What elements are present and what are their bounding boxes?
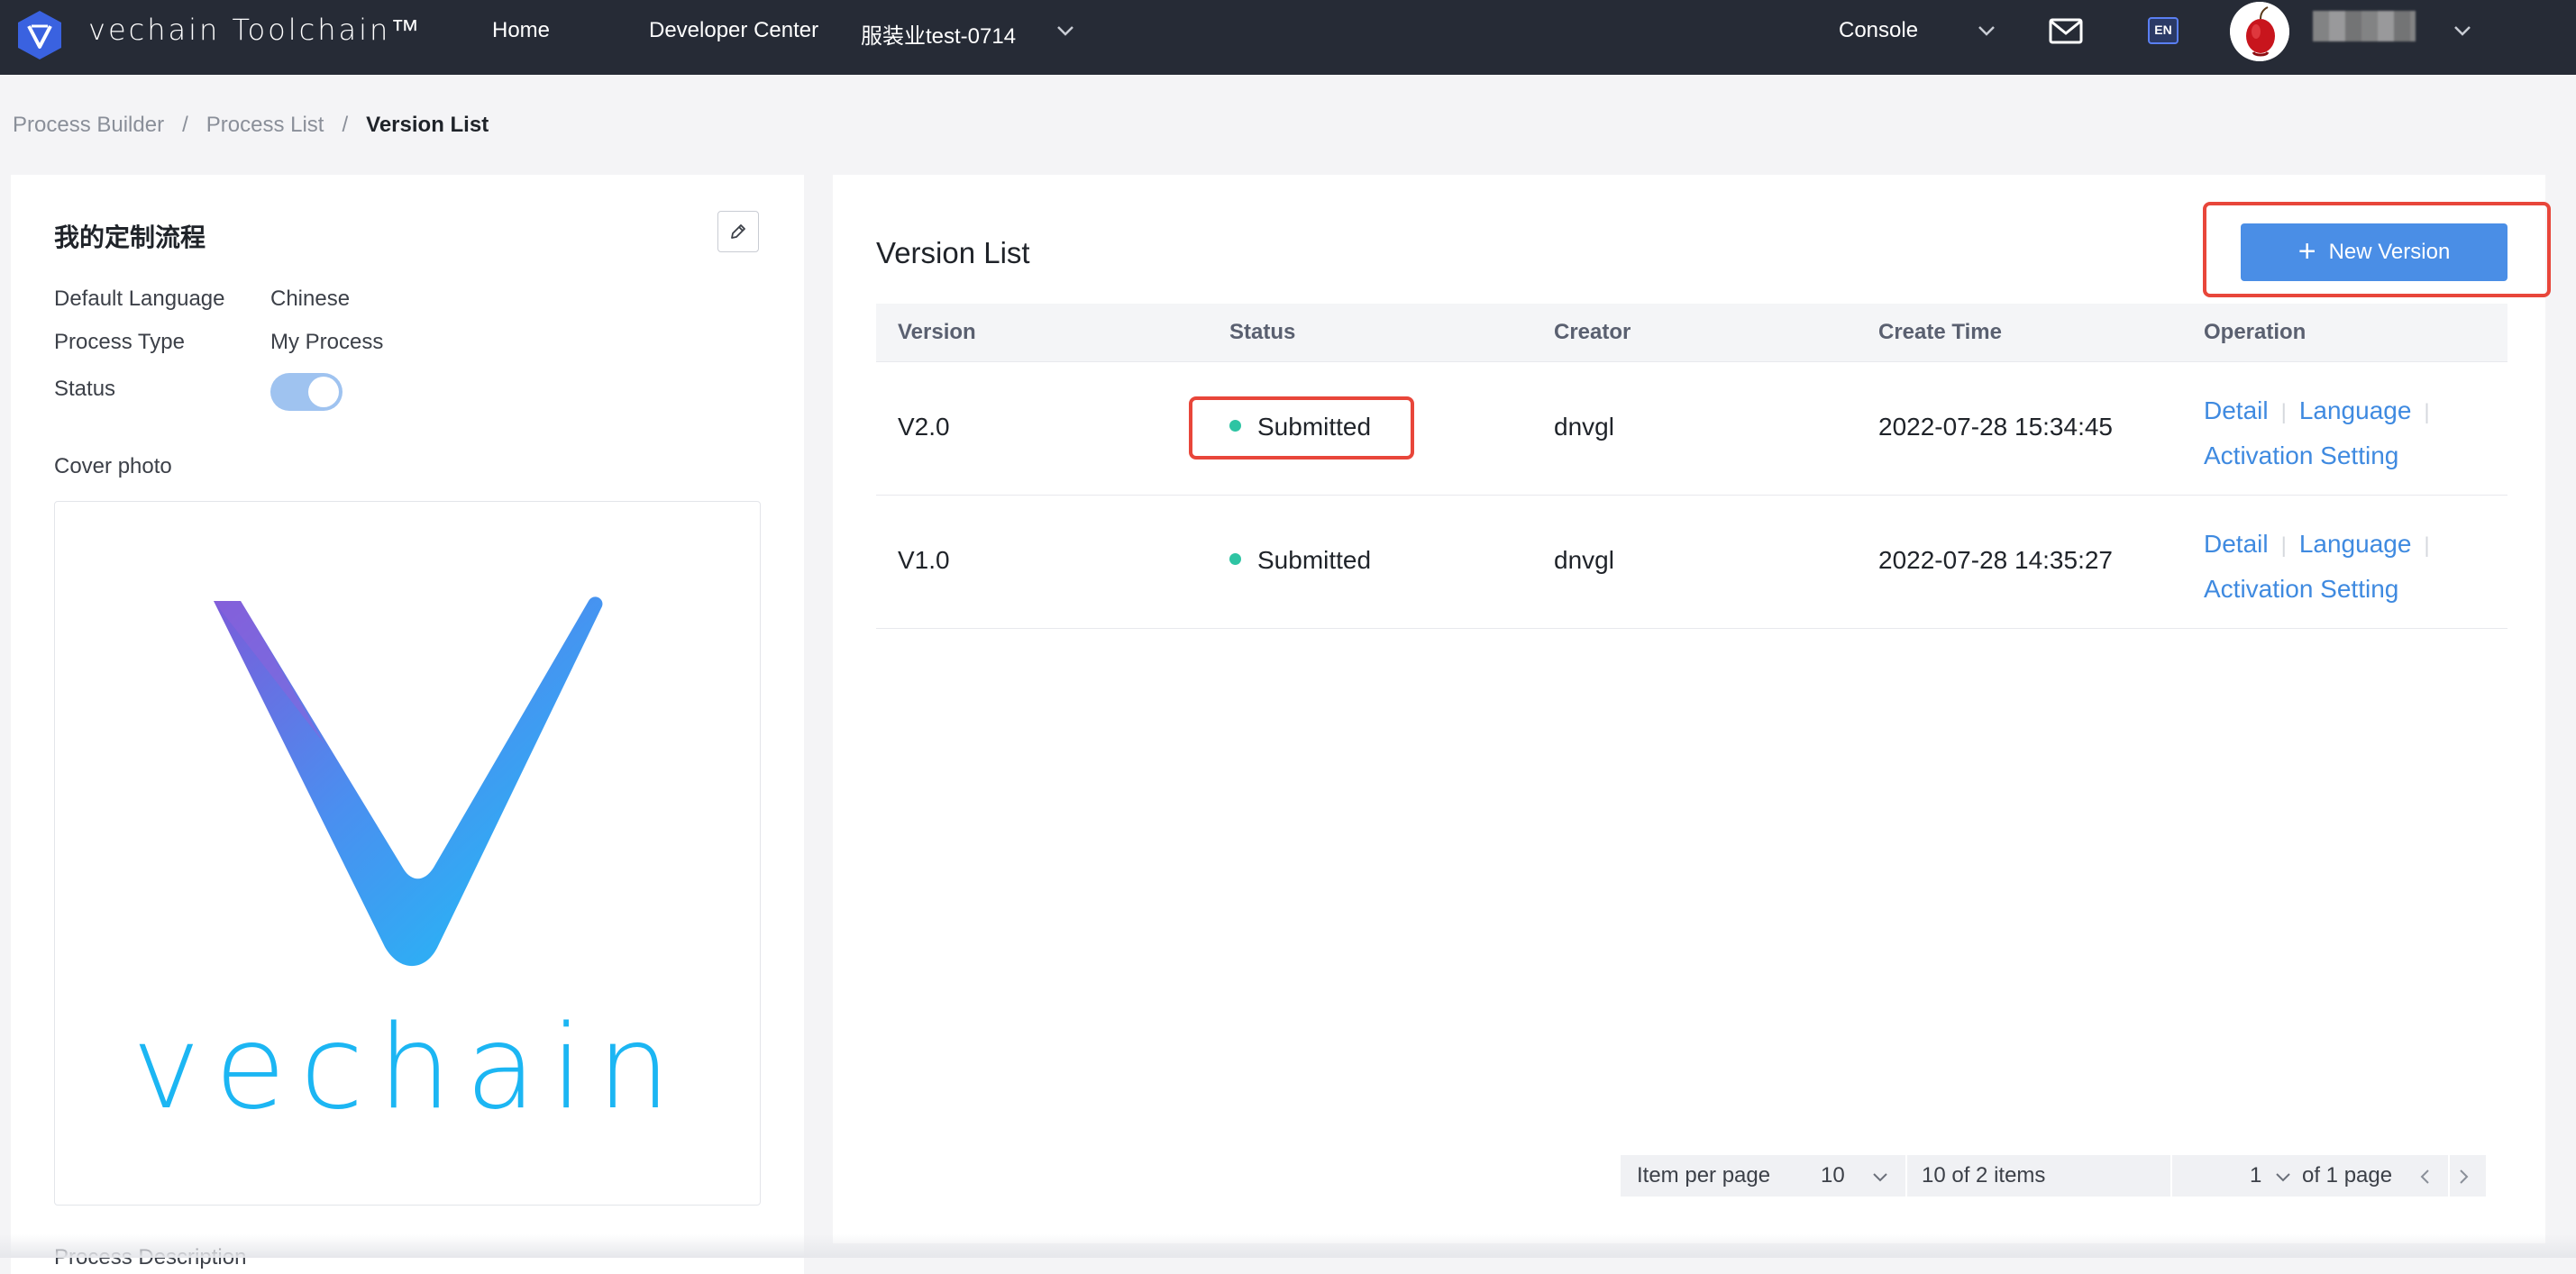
edit-process-button[interactable] — [717, 211, 759, 252]
process-info-panel: 我的定制流程 Default Language Chinese Process … — [11, 175, 804, 1274]
version-list-title: Version List — [876, 236, 1030, 269]
cell-create-time: 2022-07-28 15:34:45 — [1878, 413, 2113, 441]
link-divider: | — [2280, 400, 2287, 424]
chevron-down-icon[interactable] — [2450, 18, 2475, 43]
chevron-down-icon[interactable] — [1053, 18, 1078, 43]
activation-setting-link[interactable]: Activation Setting — [2204, 441, 2398, 469]
nav-developer-center[interactable]: Developer Center — [649, 18, 818, 43]
status-dot-icon — [1229, 553, 1241, 566]
cell-status: Submitted — [1229, 546, 1371, 575]
process-type-label: Process Type — [54, 330, 185, 354]
breadcrumb: Process Builder / Process List / Version Lis… — [13, 113, 489, 138]
detail-link[interactable]: Detail — [2204, 396, 2269, 424]
items-per-page-value: 10 — [1821, 1163, 1845, 1188]
toggle-knob — [308, 377, 339, 407]
chevron-right-icon — [2453, 1163, 2473, 1188]
prev-page-button[interactable] — [2416, 1155, 2435, 1197]
pager-divider — [1905, 1155, 1907, 1197]
cover-photo-label: Cover photo — [54, 454, 172, 478]
cover-logo-text: vechain — [132, 1001, 684, 1135]
table-row: V2.0 Submitted dnvgl 2022-07-28 15:34:45… — [876, 362, 2507, 496]
breadcrumb-process-list[interactable]: Process List — [206, 113, 324, 138]
current-page: 1 — [2250, 1163, 2262, 1188]
column-header-status: Status — [1229, 320, 1296, 344]
pencil-icon — [731, 224, 745, 239]
page-summary: of 1 page — [2302, 1163, 2393, 1188]
vechain-logo-icon[interactable] — [16, 9, 63, 61]
user-avatar[interactable] — [2230, 2, 2289, 61]
user-name-redacted[interactable] — [2313, 11, 2416, 41]
bottom-fade — [0, 1234, 2576, 1258]
nav-organization-selector[interactable]: 服装业test-0714 — [861, 18, 1016, 50]
breadcrumb-process-builder[interactable]: Process Builder — [13, 113, 164, 138]
items-summary: 10 of 2 items — [1922, 1163, 2046, 1188]
cell-creator: dnvgl — [1554, 546, 1614, 574]
cell-version: V2.0 — [898, 413, 950, 441]
chevron-down-icon[interactable] — [1974, 18, 1999, 43]
cell-create-time: 2022-07-28 14:35:27 — [1878, 546, 2113, 574]
vechain-cover-logo: vechain — [132, 596, 684, 1135]
cover-photo: vechain — [54, 501, 761, 1206]
table-row: V1.0 Submitted dnvgl 2022-07-28 14:35:27… — [876, 496, 2507, 629]
pagination: Item per page 10 10 of 2 items 1 of 1 pa… — [1621, 1155, 2486, 1197]
top-navigation-bar: vechain Toolchain™ Home Developer Center… — [0, 0, 2576, 75]
process-type-value: My Process — [270, 330, 384, 354]
language-switch-button[interactable]: EN — [2148, 17, 2179, 44]
column-header-create-time: Create Time — [1878, 320, 2002, 344]
pager-divider — [2448, 1155, 2450, 1197]
link-divider: | — [2424, 400, 2430, 424]
next-page-button[interactable] — [2453, 1155, 2473, 1197]
version-list-panel: Version List + New Version Version Statu… — [833, 175, 2551, 1243]
chevron-down-icon — [1870, 1163, 1890, 1188]
status-toggle[interactable] — [270, 373, 343, 411]
page-select[interactable]: 1 — [2250, 1155, 2293, 1197]
status-label: Status — [54, 377, 116, 401]
nav-home[interactable]: Home — [492, 18, 550, 43]
nav-console[interactable]: Console — [1839, 18, 1918, 43]
cell-creator: dnvgl — [1554, 413, 1614, 441]
activation-setting-link[interactable]: Activation Setting — [2204, 575, 2398, 603]
language-link[interactable]: Language — [2299, 396, 2412, 424]
version-table: Version Status Creator Create Time Opera… — [876, 304, 2507, 629]
cell-operation: Detail | Language | Activation Setting — [2204, 523, 2443, 611]
process-title: 我的定制流程 — [54, 223, 206, 251]
items-per-page-label: Item per page — [1637, 1163, 1771, 1188]
column-header-operation: Operation — [2204, 320, 2307, 344]
pager-divider — [2170, 1155, 2172, 1197]
language-link[interactable]: Language — [2299, 530, 2412, 558]
status-text: Submitted — [1257, 546, 1372, 574]
highlight-box — [2203, 202, 2551, 297]
mail-icon[interactable] — [2048, 16, 2084, 47]
link-divider: | — [2280, 533, 2287, 558]
table-header: Version Status Creator Create Time Opera… — [876, 304, 2507, 362]
chevron-left-icon — [2416, 1163, 2435, 1188]
column-header-version: Version — [898, 320, 976, 344]
cell-operation: Detail | Language | Activation Setting — [2204, 389, 2443, 478]
cell-version: V1.0 — [898, 546, 950, 574]
column-header-creator: Creator — [1554, 320, 1631, 344]
default-language-value: Chinese — [270, 287, 351, 311]
breadcrumb-version-list: Version List — [366, 113, 489, 137]
chevron-down-icon — [2273, 1163, 2293, 1188]
link-divider: | — [2424, 533, 2430, 558]
logo-text[interactable]: vechain Toolchain™ — [88, 13, 422, 47]
breadcrumb-separator: / — [342, 113, 349, 137]
default-language-label: Default Language — [54, 287, 225, 311]
breadcrumb-separator: / — [182, 113, 188, 137]
detail-link[interactable]: Detail — [2204, 530, 2269, 558]
items-per-page-select[interactable]: 10 — [1821, 1155, 1890, 1197]
highlight-box — [1189, 396, 1414, 460]
